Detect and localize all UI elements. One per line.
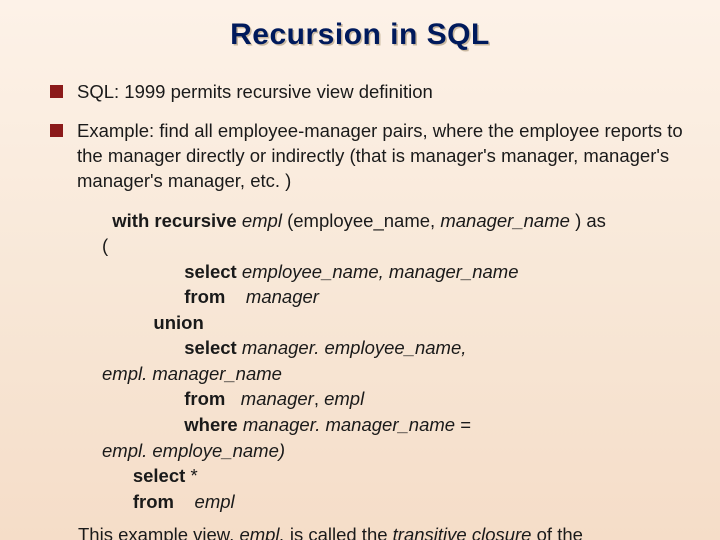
slide-title: Recursion in SQL: [30, 18, 690, 52]
bullet-icon: [50, 124, 63, 137]
code-line: empl. manager_name: [102, 361, 690, 387]
list-item: SQL: 1999 permits recursive view definit…: [50, 80, 690, 105]
bullet-list: SQL: 1999 permits recursive view definit…: [30, 80, 690, 194]
code-line: empl. employe_name): [102, 438, 690, 464]
code-block: with recursive empl (employee_name, mana…: [102, 208, 690, 514]
code-line: select *: [102, 463, 690, 489]
bullet-text: SQL: 1999 permits recursive view definit…: [77, 80, 690, 105]
code-line: from manager: [102, 284, 690, 310]
code-line: select manager. employee_name,: [102, 335, 690, 361]
code-line: with recursive empl (employee_name, mana…: [102, 208, 690, 234]
code-line: select employee_name, manager_name: [102, 259, 690, 285]
bullet-text: Example: find all employee-manager pairs…: [77, 119, 690, 194]
code-line: where manager. manager_name =: [102, 412, 690, 438]
code-line: union: [102, 310, 690, 336]
code-line: (: [102, 233, 690, 259]
footer-text: This example view, empl, is called the t…: [78, 524, 690, 540]
code-line: from empl: [102, 489, 690, 515]
list-item: Example: find all employee-manager pairs…: [50, 119, 690, 194]
bullet-icon: [50, 85, 63, 98]
code-line: from manager, empl: [102, 386, 690, 412]
